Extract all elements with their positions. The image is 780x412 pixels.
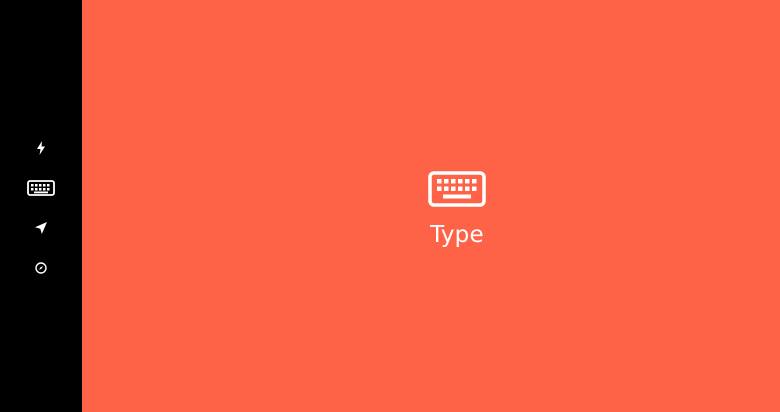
lightning-icon bbox=[37, 141, 45, 155]
mode-display: Type bbox=[82, 0, 780, 412]
sidebar-item-lightning[interactable] bbox=[0, 134, 82, 162]
keyboard-icon bbox=[27, 180, 55, 196]
compass-icon bbox=[35, 262, 47, 274]
mode-icon-wrap bbox=[428, 171, 486, 207]
sidebar-item-navigation[interactable] bbox=[0, 214, 82, 242]
sidebar-item-compass[interactable] bbox=[0, 254, 82, 282]
sidebar bbox=[0, 0, 82, 412]
keyboard-icon bbox=[428, 171, 486, 207]
app-window: Type bbox=[0, 0, 780, 412]
main-panel[interactable]: Type bbox=[82, 0, 780, 412]
sidebar-item-keyboard[interactable] bbox=[0, 174, 82, 202]
navigation-arrow-icon bbox=[35, 222, 47, 234]
mode-label: Type bbox=[430, 222, 484, 248]
